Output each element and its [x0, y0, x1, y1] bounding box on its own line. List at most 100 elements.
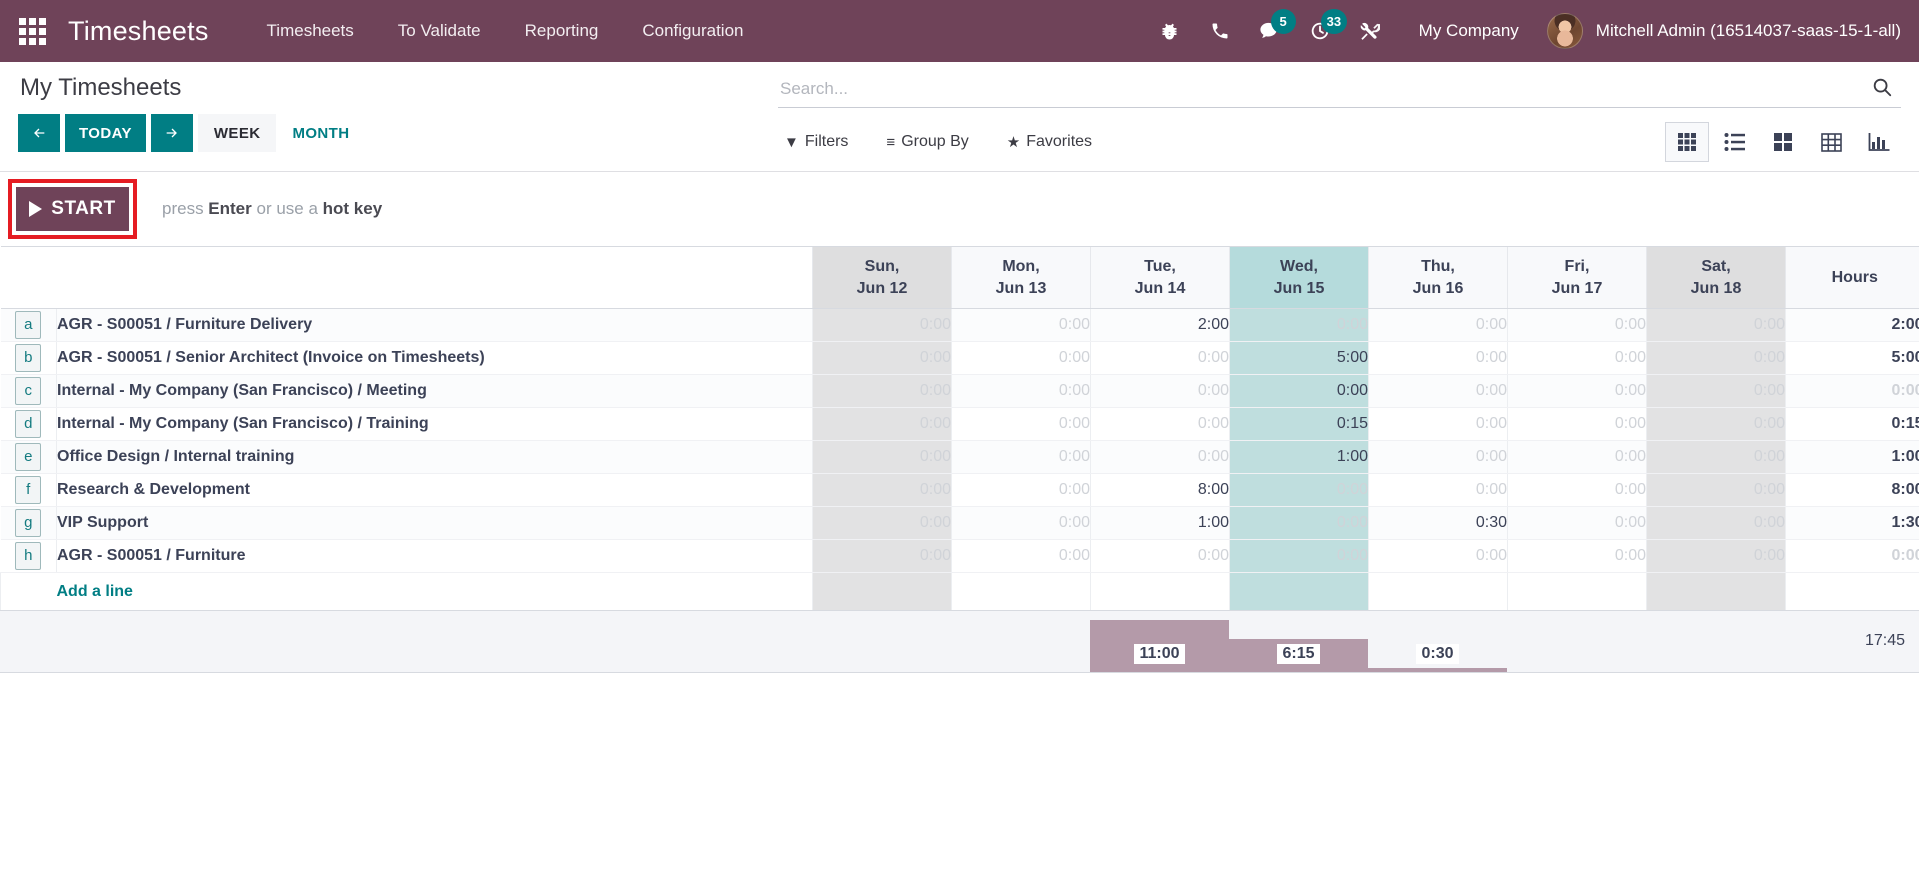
next-period-button[interactable] — [150, 114, 193, 152]
menu-timesheets[interactable]: Timesheets — [245, 0, 376, 62]
cell-hours[interactable]: 0:00 — [1090, 539, 1230, 573]
cell-hours[interactable]: 0:00 — [1507, 506, 1647, 540]
search-button[interactable] — [1863, 76, 1901, 101]
cell-hours[interactable]: 2:00 — [1090, 308, 1230, 342]
row-task-name[interactable]: VIP Support — [56, 506, 813, 540]
menu-configuration[interactable]: Configuration — [620, 0, 765, 62]
cell-hours[interactable]: 0:00 — [1368, 308, 1508, 342]
cell-hours[interactable]: 0:00 — [951, 308, 1091, 342]
cell-hours[interactable]: 0:00 — [951, 473, 1091, 507]
cell-hours[interactable]: 0:00 — [1646, 374, 1786, 408]
user-menu[interactable]: Mitchell Admin (16514037-saas-15-1-all) — [1537, 13, 1901, 49]
cell-hours[interactable]: 0:00 — [1368, 341, 1508, 375]
apps-menu-icon[interactable] — [10, 9, 54, 53]
cell-hours[interactable]: 0:00 — [1090, 374, 1230, 408]
row-hotkey-badge[interactable]: a — [15, 311, 42, 339]
app-brand[interactable]: Timesheets — [68, 16, 209, 47]
row-hotkey-badge[interactable]: f — [15, 476, 42, 504]
row-task-name[interactable]: Research & Development — [56, 473, 813, 507]
cell-hours[interactable]: 0:00 — [812, 308, 952, 342]
cell-hours[interactable]: 0:00 — [1368, 539, 1508, 573]
cell-hours[interactable]: 0:00 — [1507, 341, 1647, 375]
cell-hours[interactable]: 0:00 — [1507, 539, 1647, 573]
cell-hours[interactable]: 0:00 — [1368, 473, 1508, 507]
cell-hours[interactable]: 0:00 — [951, 374, 1091, 408]
cell-hours[interactable]: 0:00 — [1090, 440, 1230, 474]
cell-hours[interactable]: 0:00 — [1368, 374, 1508, 408]
company-switcher[interactable]: My Company — [1395, 21, 1537, 41]
cell-hours[interactable]: 0:00 — [1646, 539, 1786, 573]
add-a-line-link[interactable]: Add a line — [57, 583, 133, 600]
previous-period-button[interactable] — [18, 114, 60, 152]
cell-hours[interactable]: 0:00 — [1368, 440, 1508, 474]
messages-icon[interactable]: 5 — [1245, 0, 1296, 62]
row-hotkey-badge[interactable]: g — [15, 509, 42, 537]
row-task-name[interactable]: Internal - My Company (San Francisco) / … — [56, 374, 813, 408]
cell-hours[interactable]: 0:00 — [812, 407, 952, 441]
add-line-cell[interactable]: Add a line — [56, 572, 813, 611]
list-view-button[interactable] — [1713, 122, 1757, 162]
row-hotkey-badge[interactable]: e — [15, 443, 42, 471]
cell-hours[interactable]: 0:00 — [1229, 539, 1369, 573]
filters-button[interactable]: ▼ Filters — [778, 132, 854, 152]
cell-hours[interactable]: 0:15 — [1229, 407, 1369, 441]
cell-hours[interactable]: 1:00 — [1090, 506, 1230, 540]
cell-hours[interactable]: 5:00 — [1229, 341, 1369, 375]
cell-hours[interactable]: 0:00 — [1507, 407, 1647, 441]
cell-hours[interactable]: 0:00 — [1646, 440, 1786, 474]
row-task-name[interactable]: AGR - S00051 / Furniture — [56, 539, 813, 573]
cell-hours[interactable]: 0:00 — [1229, 473, 1369, 507]
cell-hours[interactable]: 0:00 — [1229, 374, 1369, 408]
cell-hours[interactable]: 0:00 — [1229, 506, 1369, 540]
row-task-name[interactable]: AGR - S00051 / Furniture Delivery — [56, 308, 813, 342]
row-hotkey-badge[interactable]: b — [15, 344, 42, 372]
search-input[interactable] — [778, 76, 1863, 101]
cell-hours[interactable]: 0:00 — [1507, 374, 1647, 408]
row-hotkey-badge[interactable]: d — [15, 410, 42, 438]
row-task-name[interactable]: AGR - S00051 / Senior Architect (Invoice… — [56, 341, 813, 375]
cell-hours[interactable]: 0:00 — [812, 440, 952, 474]
add-line-row[interactable]: Add a line — [0, 572, 1919, 611]
cell-hours[interactable]: 0:00 — [1507, 440, 1647, 474]
cell-hours[interactable]: 0:00 — [951, 506, 1091, 540]
row-task-name[interactable]: Internal - My Company (San Francisco) / … — [56, 407, 813, 441]
cell-hours[interactable]: 0:00 — [1229, 308, 1369, 342]
phone-icon[interactable] — [1195, 0, 1245, 62]
cell-hours[interactable]: 0:00 — [1507, 473, 1647, 507]
bug-icon[interactable] — [1145, 0, 1195, 62]
favorites-button[interactable]: ★ Favorites — [1001, 132, 1098, 152]
cell-hours[interactable]: 0:30 — [1368, 506, 1508, 540]
cell-hours[interactable]: 0:00 — [1646, 407, 1786, 441]
row-hotkey-badge[interactable]: h — [15, 542, 42, 570]
scale-week-button[interactable]: WEEK — [197, 114, 277, 152]
start-timer-button[interactable]: START — [16, 187, 129, 231]
today-button[interactable]: TODAY — [65, 114, 146, 152]
cell-hours[interactable]: 0:00 — [812, 473, 952, 507]
group-by-button[interactable]: ≡ Group By — [880, 132, 974, 152]
cell-hours[interactable]: 0:00 — [812, 374, 952, 408]
cell-hours[interactable]: 0:00 — [951, 539, 1091, 573]
cell-hours[interactable]: 0:00 — [1646, 473, 1786, 507]
cell-hours[interactable]: 0:00 — [1646, 308, 1786, 342]
activities-clock-icon[interactable]: 33 — [1295, 0, 1348, 62]
row-hotkey-badge[interactable]: c — [15, 377, 42, 405]
cell-hours[interactable]: 0:00 — [812, 539, 952, 573]
cell-hours[interactable]: 0:00 — [951, 341, 1091, 375]
cell-hours[interactable]: 0:00 — [1090, 407, 1230, 441]
menu-to-validate[interactable]: To Validate — [376, 0, 503, 62]
pivot-view-button[interactable] — [1809, 122, 1853, 162]
scale-month-button[interactable]: MONTH — [276, 114, 365, 152]
grid-view-button[interactable] — [1665, 122, 1709, 162]
cell-hours[interactable]: 1:00 — [1229, 440, 1369, 474]
cell-hours[interactable]: 0:00 — [1090, 341, 1230, 375]
tools-icon[interactable] — [1345, 0, 1395, 62]
cell-hours[interactable]: 0:00 — [812, 506, 952, 540]
menu-reporting[interactable]: Reporting — [503, 0, 621, 62]
cell-hours[interactable]: 0:00 — [951, 407, 1091, 441]
cell-hours[interactable]: 0:00 — [1646, 506, 1786, 540]
cell-hours[interactable]: 0:00 — [1368, 407, 1508, 441]
cell-hours[interactable]: 0:00 — [812, 341, 952, 375]
cell-hours[interactable]: 0:00 — [1507, 308, 1647, 342]
kanban-view-button[interactable] — [1761, 122, 1805, 162]
graph-view-button[interactable] — [1857, 122, 1901, 162]
